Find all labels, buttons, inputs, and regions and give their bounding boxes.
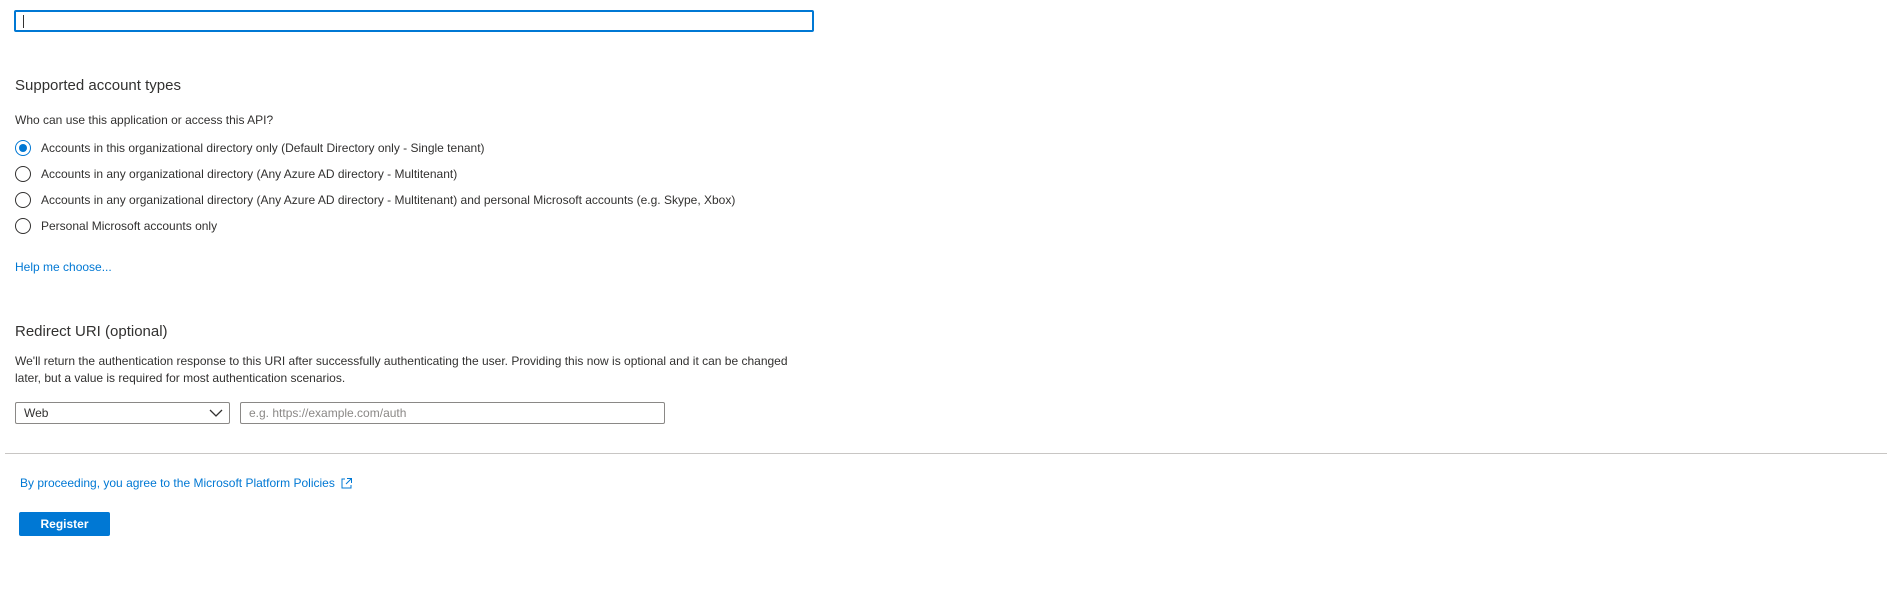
redirect-uri-input[interactable]: [240, 402, 665, 424]
redirect-uri-description: We'll return the authentication response…: [15, 354, 788, 385]
account-type-option-label: Personal Microsoft accounts only: [41, 219, 218, 233]
radio-unselected-icon[interactable]: [15, 166, 31, 182]
text-caret: [23, 15, 24, 28]
account-type-option-multitenant-personal[interactable]: Accounts in any organizational directory…: [15, 191, 735, 209]
account-type-option-label: Accounts in this organizational director…: [41, 141, 485, 155]
chevron-down-icon: [209, 409, 223, 417]
platform-policies-text: By proceeding, you agree to the Microsof…: [20, 476, 335, 490]
account-types-heading: Supported account types: [15, 77, 181, 94]
account-type-option-personal-only[interactable]: Personal Microsoft accounts only: [15, 217, 217, 235]
footer-divider: [5, 453, 1887, 454]
radio-selected-icon[interactable]: [15, 140, 31, 156]
radio-unselected-icon[interactable]: [15, 218, 31, 234]
help-me-choose-link[interactable]: Help me choose...: [15, 260, 112, 274]
register-button[interactable]: Register: [19, 512, 110, 536]
account-types-question: Who can use this application or access t…: [15, 113, 274, 127]
platform-select[interactable]: Web: [15, 402, 230, 424]
account-type-option-multitenant[interactable]: Accounts in any organizational directory…: [15, 165, 457, 183]
redirect-uri-heading: Redirect URI (optional): [15, 323, 168, 340]
app-name-input[interactable]: [14, 10, 814, 32]
account-type-option-single-tenant[interactable]: Accounts in this organizational director…: [15, 139, 485, 157]
radio-unselected-icon[interactable]: [15, 192, 31, 208]
account-type-option-label: Accounts in any organizational directory…: [41, 167, 458, 181]
platform-select-value: Web: [24, 406, 49, 420]
external-link-icon: [341, 477, 352, 488]
platform-policies-link[interactable]: By proceeding, you agree to the Microsof…: [20, 476, 353, 490]
account-type-option-label: Accounts in any organizational directory…: [41, 193, 736, 207]
